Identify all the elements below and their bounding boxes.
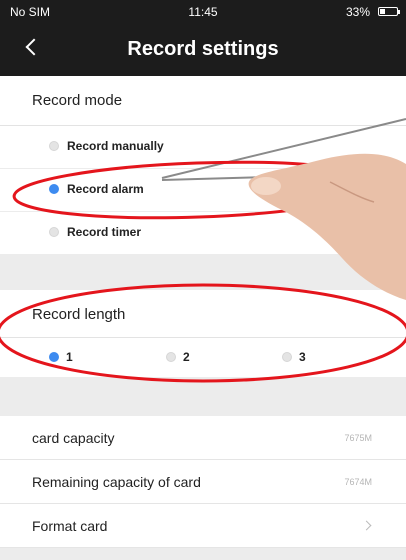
status-bar: No SIM 11:45 33% — [0, 0, 406, 24]
record-alarm-option[interactable]: Record alarm — [0, 169, 406, 212]
record-length-header: Record length — [0, 290, 406, 338]
format-card-row[interactable]: Format card — [0, 504, 406, 548]
battery-percent: 33% — [345, 5, 370, 19]
remaining-capacity-label: Remaining capacity of card — [32, 474, 201, 490]
option-label: 3 — [299, 350, 306, 364]
radio-button[interactable] — [49, 227, 59, 237]
card-capacity-row: card capacity 7675M — [0, 416, 406, 460]
record-mode-title: Record mode — [32, 92, 123, 109]
radio-button[interactable] — [282, 352, 292, 362]
battery-icon — [378, 7, 400, 16]
radio-button[interactable] — [49, 352, 59, 362]
card-capacity-label: card capacity — [32, 430, 115, 446]
option-label: 2 — [183, 350, 190, 364]
record-length-title: Record length — [32, 306, 126, 323]
section-divider — [0, 378, 406, 416]
page-title: Record settings — [127, 38, 279, 60]
option-label: Record alarm — [67, 182, 144, 196]
radio-button[interactable] — [49, 184, 59, 194]
chevron-right-icon — [361, 520, 372, 531]
section-divider — [0, 255, 406, 290]
card-capacity-value: 7675M — [344, 433, 372, 443]
remaining-capacity-row: Remaining capacity of card 7674M — [0, 460, 406, 504]
battery-level — [380, 9, 386, 14]
radio-button[interactable] — [49, 141, 59, 151]
record-mode-header: Record mode — [0, 76, 406, 126]
option-label: Record manually — [67, 139, 164, 153]
record-timer-option[interactable]: Record timer — [0, 212, 406, 255]
remaining-capacity-value: 7674M — [344, 477, 372, 487]
format-card-label: Format card — [32, 518, 108, 534]
record-length-options: 1 2 3 — [0, 338, 406, 378]
radio-button[interactable] — [166, 352, 176, 362]
option-label: 1 — [66, 350, 73, 364]
record-manually-option[interactable]: Record manually — [0, 126, 406, 169]
option-label: Record timer — [67, 225, 142, 239]
navigation-bar: Record settings — [0, 24, 406, 76]
bottom-spacer — [0, 548, 406, 560]
